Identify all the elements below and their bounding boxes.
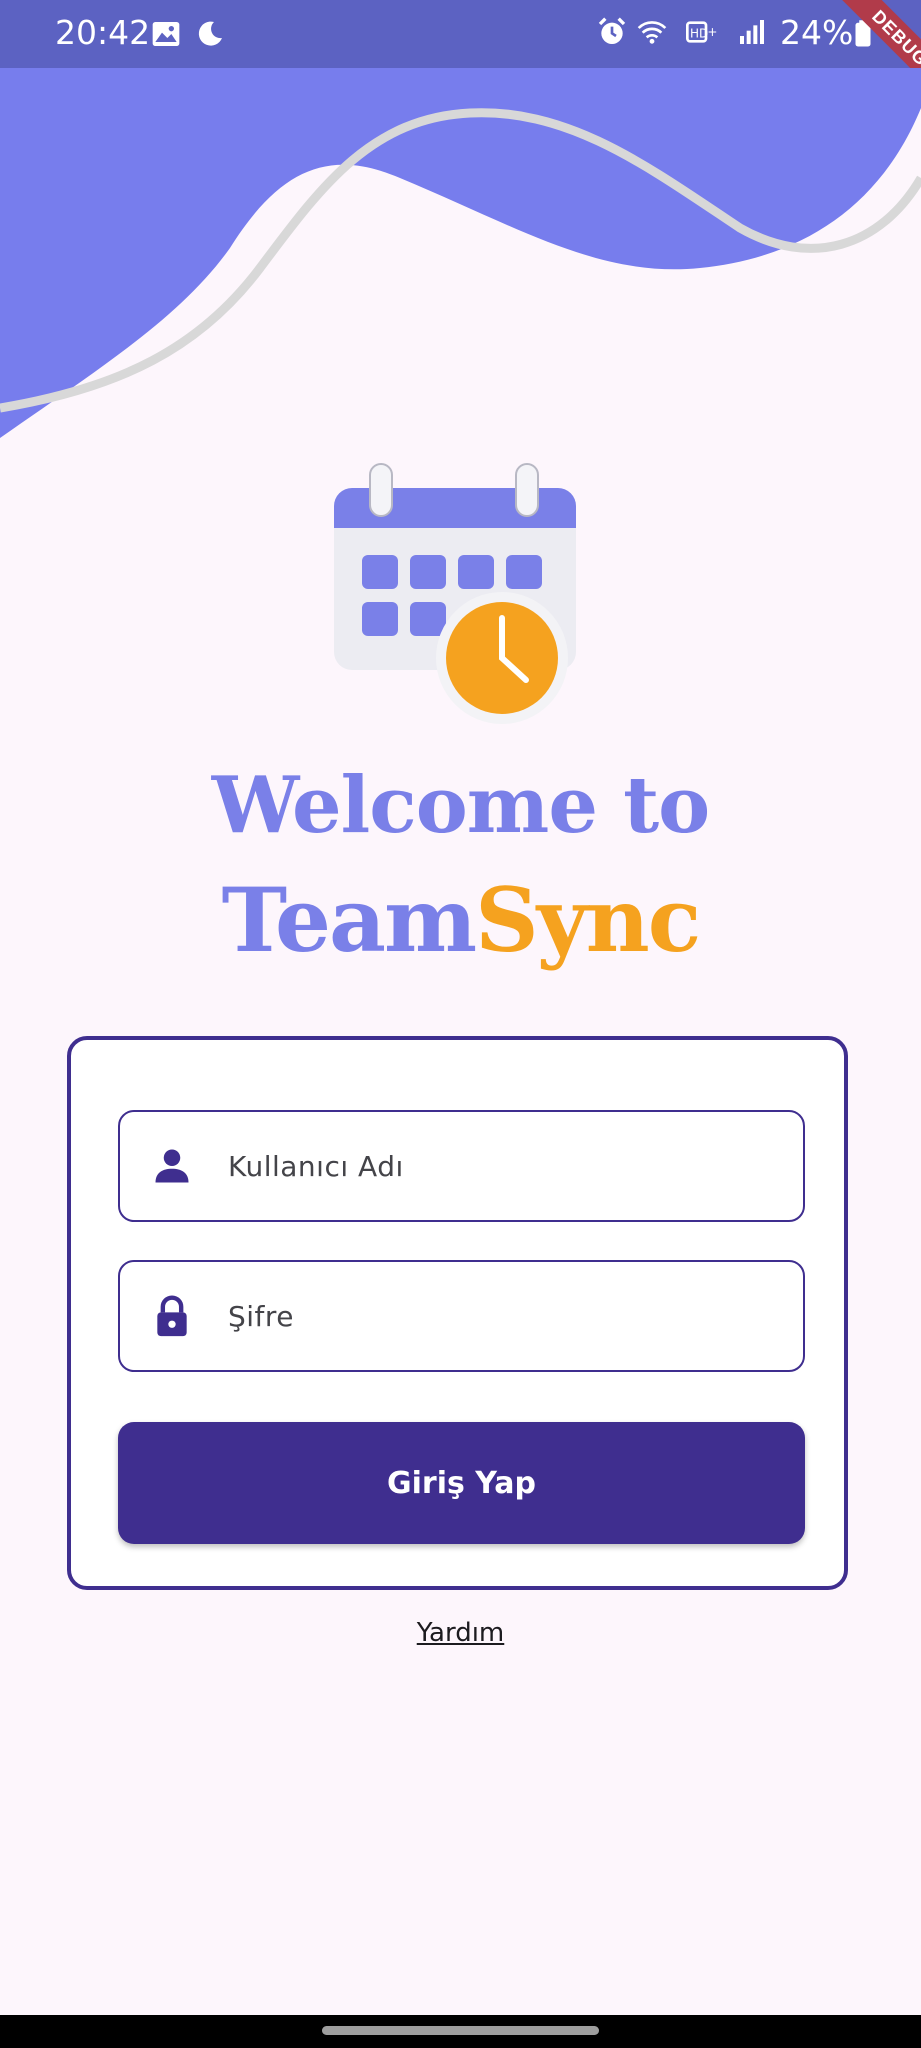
help-link[interactable]: Yardım	[0, 1618, 921, 1648]
person-icon	[155, 1149, 189, 1183]
signal-icon	[740, 20, 764, 44]
brand-team-text: Team	[221, 868, 478, 972]
wave-fill	[0, 68, 921, 438]
image-icon	[152, 22, 180, 46]
calendar-clock-icon	[334, 463, 576, 724]
battery-level: 24%	[780, 13, 854, 52]
username-placeholder: Kullanıcı Adı	[228, 1149, 404, 1183]
navigation-bar	[0, 2015, 921, 2048]
username-field[interactable]: Kullanıcı Adı	[118, 1110, 805, 1222]
svg-text:HD: HD	[690, 26, 708, 40]
svg-text:+: +	[707, 25, 717, 39]
brand-sync-text: Sync	[475, 868, 701, 972]
status-time: 20:42	[55, 13, 151, 52]
status-bar: 20:42 HD + 24% DEBUG	[0, 0, 921, 68]
hd-icon: HD +	[686, 21, 717, 43]
wifi-icon	[637, 21, 667, 44]
moon-icon	[198, 21, 222, 46]
login-card: Kullanıcı Adı Şifre Giriş Yap	[67, 1036, 848, 1590]
brand-title: TeamSync	[0, 868, 921, 972]
password-placeholder: Şifre	[228, 1299, 295, 1333]
status-right-icons: HD +	[596, 16, 768, 48]
lock-icon	[157, 1295, 187, 1337]
header-wave	[0, 68, 921, 438]
status-left-icons	[150, 18, 226, 50]
welcome-title: Welcome to	[211, 760, 710, 851]
home-gesture-handle[interactable]	[322, 2026, 599, 2035]
alarm-icon	[598, 17, 626, 44]
login-button[interactable]: Giriş Yap	[118, 1422, 805, 1544]
password-field[interactable]: Şifre	[118, 1260, 805, 1372]
